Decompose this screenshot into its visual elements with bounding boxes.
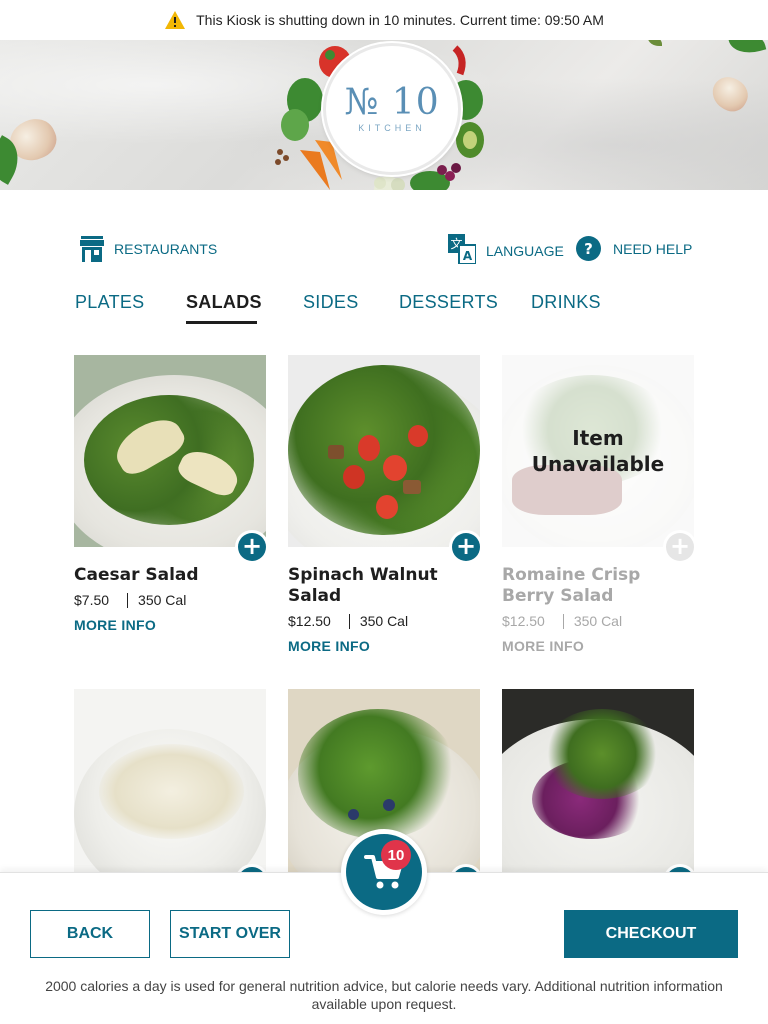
start-over-button[interactable]: START OVER (170, 910, 290, 958)
blueberries (383, 799, 395, 811)
garlic-decoration (706, 71, 754, 117)
product-name: Caesar Salad (74, 565, 199, 585)
fennel-salad (99, 744, 244, 839)
tomato (343, 465, 365, 489)
blueberries (348, 809, 359, 820)
tab-plates[interactable]: PLATES (75, 292, 145, 313)
product-card[interactable]: + (502, 689, 697, 898)
divider (127, 592, 129, 608)
product-card-unavailable[interactable]: Item Unavailable + Romaine Crisp Berry S… (502, 355, 697, 654)
product-card[interactable]: + Caesar Salad $7.50 350 Cal MORE INFO (74, 355, 269, 633)
tab-drinks[interactable]: DRINKS (531, 292, 601, 313)
product-calories: 350 Cal (138, 592, 187, 608)
help-icon: ? (576, 236, 601, 261)
product-name: Romaine Crisp Berry Salad (502, 565, 641, 606)
product-name: Spinach Walnut Salad (288, 565, 438, 606)
product-image[interactable] (288, 355, 480, 547)
hero-banner: № 10 KITCHEN (0, 40, 768, 190)
add-to-cart-button[interactable]: + (235, 530, 269, 564)
logo-subtitle: KITCHEN (358, 123, 426, 133)
need-help-link[interactable]: ? NEED HELP (576, 236, 692, 261)
tomato (383, 455, 407, 481)
item-unavailable-overlay: Item Unavailable (502, 355, 694, 547)
product-card[interactable]: + Spinach Walnut Salad $12.50 350 Cal MO… (288, 355, 483, 654)
tomato (358, 435, 380, 461)
tomato (376, 495, 398, 519)
warning-icon (165, 11, 186, 29)
cart-count-badge: 10 (381, 840, 411, 870)
leaf-decoration (648, 40, 662, 46)
product-meta: $12.50 350 Cal (502, 613, 694, 629)
divider (348, 613, 350, 629)
salad-greens (542, 709, 662, 799)
product-calories: 350 Cal (573, 613, 623, 629)
language-link[interactable]: 文 A LANGUAGE (448, 234, 564, 264)
back-button[interactable]: BACK (30, 910, 150, 958)
product-price: $12.50 (288, 613, 331, 629)
need-help-label: NEED HELP (613, 240, 693, 257)
product-calories: 350 Cal (359, 613, 409, 629)
more-info-link[interactable]: MORE INFO (288, 638, 480, 654)
restaurants-link[interactable]: RESTAURANTS (80, 236, 217, 262)
product-price: $7.50 (74, 592, 110, 608)
translate-icon: 文 A (448, 234, 476, 264)
salad-greens (298, 709, 458, 839)
crouton (328, 445, 344, 459)
active-tab-indicator (186, 321, 257, 324)
plus-icon: + (452, 533, 480, 561)
plus-icon: + (238, 533, 266, 561)
product-meta: $12.50 350 Cal (288, 613, 480, 629)
divider (562, 613, 564, 629)
tab-desserts[interactable]: DESSERTS (399, 292, 498, 313)
language-label: LANGUAGE (486, 243, 564, 259)
product-image[interactable] (74, 689, 266, 881)
add-to-cart-button-disabled: + (663, 530, 697, 564)
product-image[interactable] (74, 355, 266, 547)
product-image[interactable] (502, 689, 694, 881)
crouton (403, 480, 421, 494)
tomato (408, 425, 428, 447)
more-info-link: MORE INFO (502, 638, 585, 654)
svg-text:A: A (463, 249, 473, 263)
alert-message: This Kiosk is shutting down in 10 minute… (196, 12, 604, 28)
brand-logo: № 10 KITCHEN (323, 43, 461, 175)
shutdown-alert: This Kiosk is shutting down in 10 minute… (0, 0, 768, 40)
tab-salads[interactable]: SALADS (186, 292, 262, 313)
restaurants-label: RESTAURANTS (114, 241, 218, 257)
checkout-button[interactable]: CHECKOUT (564, 910, 738, 958)
product-price: $12.50 (502, 613, 545, 629)
store-icon (80, 236, 104, 262)
product-meta: $7.50 350 Cal (74, 592, 266, 608)
product-image[interactable]: Item Unavailable (502, 355, 694, 547)
tab-sides[interactable]: SIDES (303, 292, 359, 313)
leaf-decoration (727, 40, 767, 59)
add-to-cart-button[interactable]: + (449, 530, 483, 564)
salad-greens (84, 395, 254, 525)
nutrition-disclaimer: 2000 calories a day is used for general … (45, 978, 723, 1012)
product-card[interactable]: + (74, 689, 269, 898)
cart-button[interactable] (341, 829, 427, 915)
svg-text:?: ? (584, 240, 593, 258)
plus-icon: + (666, 533, 694, 561)
logo-wordmark: № 10 (344, 82, 440, 123)
more-info-link[interactable]: MORE INFO (74, 617, 266, 633)
